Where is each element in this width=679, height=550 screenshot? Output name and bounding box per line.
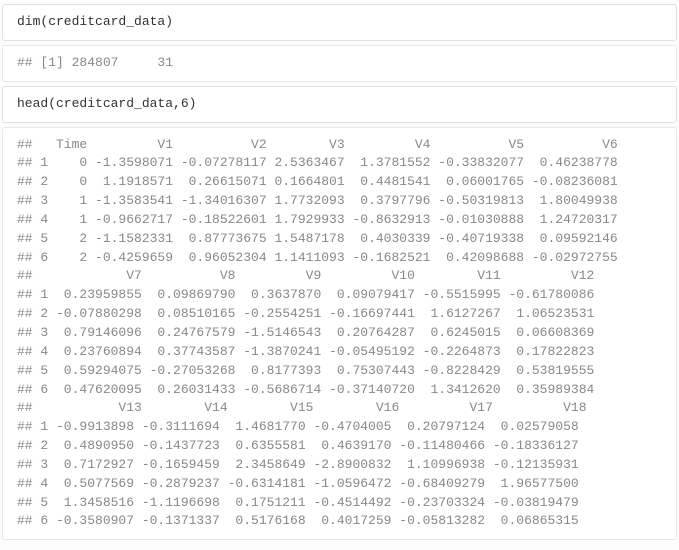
code-head-text: head(creditcard_data,6)	[17, 95, 662, 114]
output-dim-text: ## [1] 284807 31	[17, 54, 662, 73]
code-cell-head[interactable]: head(creditcard_data,6)	[2, 86, 677, 123]
code-cell-dim[interactable]: dim(creditcard_data)	[2, 4, 677, 41]
output-head-text: ## Time V1 V2 V3 V4 V5 V6 ## 1 0 -1.3598…	[17, 136, 662, 532]
output-dim: ## [1] 284807 31	[2, 45, 677, 82]
output-head: ## Time V1 V2 V3 V4 V5 V6 ## 1 0 -1.3598…	[2, 127, 677, 541]
code-dim-text: dim(creditcard_data)	[17, 13, 662, 32]
